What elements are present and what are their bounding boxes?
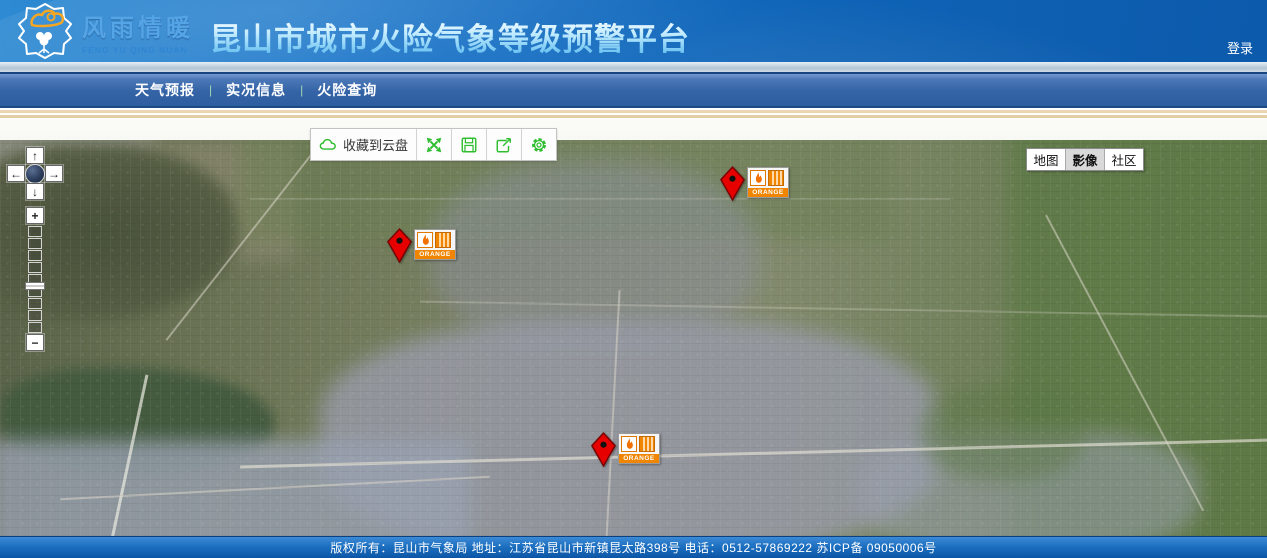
nav-item-fire-risk-query[interactable]: 火险查询 xyxy=(317,80,377,100)
login-link[interactable]: 登录 xyxy=(1227,38,1253,57)
fullscreen-icon xyxy=(425,136,443,154)
zoom-slider-track[interactable] xyxy=(28,225,42,333)
save-icon xyxy=(460,136,478,154)
report-icon xyxy=(435,232,451,248)
zoom-level-cell[interactable] xyxy=(28,262,42,273)
map-pan-control: ↑ ← → ↓ xyxy=(7,147,63,203)
fullscreen-button[interactable] xyxy=(416,129,451,160)
zoom-level-cell[interactable] xyxy=(28,226,42,237)
map-type-switcher: 地图 影像 社区 xyxy=(1026,148,1144,171)
pan-down-button[interactable]: ↓ xyxy=(26,183,44,200)
nav-item-live-info[interactable]: 实况信息 xyxy=(226,80,286,100)
flame-icon xyxy=(417,232,433,248)
fire-warning-marker: ORANGE xyxy=(386,228,456,268)
zoom-level-cell[interactable] xyxy=(28,298,42,309)
flame-icon xyxy=(621,436,637,452)
zoom-level-cell[interactable] xyxy=(28,322,42,333)
fire-warning-marker: ORANGE xyxy=(590,432,660,472)
map-texture-overlay xyxy=(0,140,1267,536)
map-type-option-map[interactable]: 地图 xyxy=(1027,149,1065,170)
zoom-out-button[interactable]: − xyxy=(26,334,44,351)
zoom-slider-handle[interactable] xyxy=(25,282,45,290)
logo-text: 风雨情暖 FENG YU QING NUAN xyxy=(82,8,194,55)
map-pin-icon[interactable] xyxy=(386,228,413,263)
logo: 风雨情暖 FENG YU QING NUAN xyxy=(18,3,194,59)
header: 风雨情暖 FENG YU QING NUAN 昆山市城市火险气象等级预警平台 登… xyxy=(0,0,1267,62)
save-to-cloud-label: 收藏到云盘 xyxy=(343,135,408,154)
warning-level-label: ORANGE xyxy=(748,188,788,197)
warning-level-label: ORANGE xyxy=(619,454,659,463)
logo-title: 风雨情暖 xyxy=(82,8,194,43)
pan-right-button[interactable]: → xyxy=(45,165,63,182)
map-canvas[interactable]: ORANGE ORANGE xyxy=(0,140,1267,536)
flame-icon xyxy=(750,170,766,186)
pan-left-button[interactable]: ← xyxy=(7,165,25,182)
report-icon xyxy=(768,170,784,186)
zoom-level-cell[interactable] xyxy=(28,250,42,261)
warning-badge-tiles xyxy=(619,434,659,454)
page-title: 昆山市城市火险气象等级预警平台 xyxy=(210,14,690,59)
zoom-level-cell[interactable] xyxy=(28,310,42,321)
map-toolbar: 收藏到云盘 xyxy=(310,128,557,161)
header-divider-strip xyxy=(0,62,1267,72)
nav-bar: 天气预报 | 实况信息 | 火险查询 xyxy=(0,72,1267,108)
export-icon xyxy=(495,136,513,154)
nav-item-weather-forecast[interactable]: 天气预报 xyxy=(135,80,195,100)
fire-warning-badge[interactable]: ORANGE xyxy=(414,229,456,260)
warning-badge-tiles xyxy=(748,168,788,188)
fire-warning-marker: ORANGE xyxy=(719,166,789,206)
fire-warning-badge[interactable]: ORANGE xyxy=(618,433,660,464)
logo-emblem-icon xyxy=(18,3,72,59)
zoom-in-button[interactable]: + xyxy=(26,207,44,224)
settings-button[interactable] xyxy=(521,129,556,160)
settings-gear-icon xyxy=(530,136,548,154)
map-pin-icon[interactable] xyxy=(590,432,617,467)
logo-subtitle: FENG YU QING NUAN xyxy=(82,45,194,55)
copyright-text: 版权所有：昆山市气象局 地址：江苏省昆山市新镇昆太路398号 电话：0512-5… xyxy=(330,539,936,556)
globe-reset-icon[interactable] xyxy=(25,164,45,184)
content-top-strip xyxy=(0,108,1267,140)
share-button[interactable] xyxy=(486,129,521,160)
map-type-option-community[interactable]: 社区 xyxy=(1104,149,1143,170)
footer: 版权所有：昆山市气象局 地址：江苏省昆山市新镇昆太路398号 电话：0512-5… xyxy=(0,536,1267,558)
warning-level-label: ORANGE xyxy=(415,250,455,259)
nav-separator: | xyxy=(209,83,212,97)
nav-separator: | xyxy=(300,83,303,97)
save-image-button[interactable] xyxy=(451,129,486,160)
zoom-level-cell[interactable] xyxy=(28,238,42,249)
save-to-cloud-button[interactable]: 收藏到云盘 xyxy=(311,129,416,160)
map-type-option-imagery[interactable]: 影像 xyxy=(1065,149,1104,170)
map-pin-icon[interactable] xyxy=(719,166,746,201)
report-icon xyxy=(639,436,655,452)
cloud-icon xyxy=(319,136,337,154)
pan-up-button[interactable]: ↑ xyxy=(26,147,44,164)
fire-warning-badge[interactable]: ORANGE xyxy=(747,167,789,198)
page: 风雨情暖 FENG YU QING NUAN 昆山市城市火险气象等级预警平台 登… xyxy=(0,0,1267,558)
warning-badge-tiles xyxy=(415,230,455,250)
